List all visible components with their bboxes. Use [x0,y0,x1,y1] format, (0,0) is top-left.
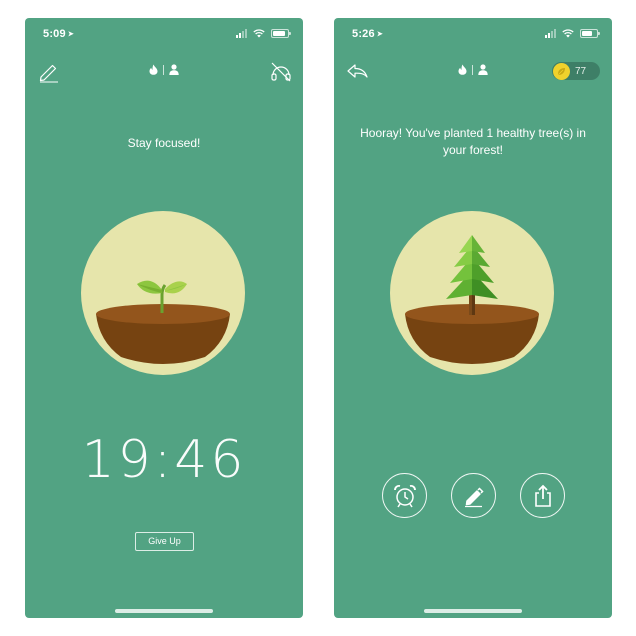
sound-off-icon [271,62,291,82]
status-time: 5:09 ➤ [43,28,74,40]
edit-note-button[interactable] [451,473,496,518]
status-icons [236,29,291,38]
focus-message: Stay focused! [127,136,201,150]
flame-icon [458,64,467,75]
back-arrow-icon [347,64,368,78]
status-time: 5:26 ➤ [352,28,383,40]
alarm-button[interactable] [382,473,427,518]
tree-illustration [390,211,554,375]
coin-icon [553,62,570,80]
coin-balance[interactable]: 77 [552,62,600,80]
coin-count: 77 [575,65,587,77]
pencil-icon [39,64,58,83]
edit-tag-button[interactable] [37,60,61,84]
toolbar [25,60,303,84]
battery-icon [580,29,600,38]
status-bar: 5:26 ➤ [334,28,612,42]
wifi-icon [562,29,574,38]
mode-toggle[interactable] [458,64,488,75]
flame-icon [149,64,158,75]
success-message: Hooray! You've planted 1 healthy tree(s)… [360,126,586,157]
status-icons [545,29,600,38]
battery-icon [271,29,291,38]
mode-toggle[interactable] [149,64,179,75]
location-icon: ➤ [67,31,74,38]
alarm-clock-icon [393,484,416,507]
location-icon: ➤ [376,31,383,38]
wifi-icon [253,29,265,38]
focus-screen: 5:09 ➤ Stay focused! 19:46 Give Up [25,18,303,618]
cellular-signal-icon [236,29,247,38]
sound-toggle-button[interactable] [269,60,293,84]
person-icon [169,64,179,75]
pencil-icon [464,486,484,507]
toolbar: 77 [334,60,612,84]
cellular-signal-icon [545,29,556,38]
countdown-timer: 19:46 [81,430,247,490]
share-button[interactable] [520,473,565,518]
home-indicator[interactable] [115,609,213,613]
sprout-illustration [81,211,245,375]
home-indicator[interactable] [424,609,522,613]
share-icon [534,484,551,507]
give-up-button[interactable]: Give Up [135,532,194,551]
status-bar: 5:09 ➤ [25,28,303,42]
divider [163,64,164,75]
person-icon [478,64,488,75]
divider [472,64,473,75]
success-screen: 5:26 ➤ 77 Hooray! You've planted 1 health… [334,18,612,618]
back-button[interactable] [346,60,370,84]
